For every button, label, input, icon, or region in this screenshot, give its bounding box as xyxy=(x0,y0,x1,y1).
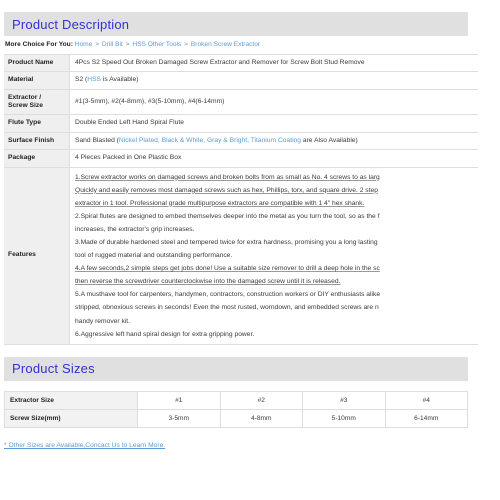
spec-value-product-name: 4Pcs S2 Speed Out Broken Damaged Screw E… xyxy=(69,53,478,73)
table-row: Extractor Size #1 #2 #3 #4 xyxy=(4,390,468,410)
spec-value-features: 1.Screw extractor works on damaged screw… xyxy=(69,166,478,345)
sizes-rowhead-extractor-size: Extractor Size xyxy=(4,390,138,410)
section-title-product-sizes: Product Sizes xyxy=(12,361,95,377)
sizes-cell: 6-14mm xyxy=(384,408,468,428)
material-suffix: is Available) xyxy=(101,76,139,84)
feature-line: extractor in 1 tool. Professional grade … xyxy=(75,199,365,207)
spec-key-product-name: Product Name xyxy=(4,53,70,73)
table-row: Screw Size(mm) 3-5mm 4-8mm 5-10mm 6-14mm xyxy=(4,408,468,428)
spec-key-extractor-screw-size: Extractor / Screw Size xyxy=(4,88,70,116)
spec-value-material: S2 (HSS is Available) xyxy=(69,71,478,90)
breadcrumb-separator: > xyxy=(125,41,130,48)
top-spacer xyxy=(0,0,500,12)
sizes-cell: #3 xyxy=(302,390,386,410)
breadcrumb-link-hss-other-tools[interactable]: HSS Other Tools xyxy=(132,41,181,48)
material-prefix: S2 ( xyxy=(75,76,88,84)
table-row: Extractor / Screw Size #1(3-5mm), #2(4-8… xyxy=(4,88,478,116)
sizes-cell: #1 xyxy=(137,390,221,410)
section-header-product-sizes: Product Sizes xyxy=(4,356,468,381)
table-row: Surface Finish Sand Blasted (Nickel Plat… xyxy=(4,131,478,151)
sizes-cell: #4 xyxy=(384,390,468,410)
surface-finish-options-link[interactable]: Nickel Plated, Black & White, Gray & Bri… xyxy=(119,137,301,144)
spec-key-material: Material xyxy=(4,71,70,90)
sizes-cell: 5-10mm xyxy=(302,408,386,428)
sizes-cell: #2 xyxy=(219,390,303,410)
surface-finish-suffix: are Also Available) xyxy=(301,136,358,144)
page-title: Product Description xyxy=(12,16,130,32)
spec-key-line-2: Screw Size xyxy=(8,102,43,110)
spec-value-surface-finish: Sand Blasted (Nickel Plated, Black & Whi… xyxy=(69,131,478,151)
breadcrumb-separator: > xyxy=(184,41,189,48)
feature-line: increases, the extractor's grip increase… xyxy=(75,225,195,233)
breadcrumb-link-broken-screw-extractor[interactable]: Broken Screw Extractor xyxy=(191,41,260,48)
feature-line: then reverse the screwdriver countercloc… xyxy=(75,278,341,286)
breadcrumb-label: More Choice For You: xyxy=(5,41,73,48)
breadcrumb-link-drill-bit[interactable]: Drill Bit xyxy=(102,41,123,48)
section-header-product-description: Product Description xyxy=(4,12,468,36)
specification-table: Product Name 4Pcs S2 Speed Out Broken Da… xyxy=(4,53,478,345)
feature-line: 5.A musthave tool for carpenters, handym… xyxy=(75,291,381,299)
breadcrumb: More Choice For You: Home > Drill Bit > … xyxy=(0,36,500,54)
table-row: Features 1.Screw extractor works on dama… xyxy=(4,166,478,345)
table-row: Flute Type Double Ended Left Hand Spiral… xyxy=(4,114,478,133)
sizes-spacer xyxy=(0,381,500,391)
material-link-hss[interactable]: HSS xyxy=(87,76,101,83)
spec-key-surface-finish: Surface Finish xyxy=(4,131,70,151)
sizes-rowhead-screw-size: Screw Size(mm) xyxy=(4,408,138,428)
feature-line: handy remover kit. xyxy=(75,317,131,325)
table-row: Package 4 Pieces Packed in One Plastic B… xyxy=(4,149,478,168)
sizes-cell: 4-8mm xyxy=(219,408,303,428)
table-row: Material S2 (HSS is Available) xyxy=(4,71,478,90)
footnote: * Other Sizes are Available,Concact Us t… xyxy=(4,442,500,449)
product-sizes-table: Extractor Size #1 #2 #3 #4 Screw Size(mm… xyxy=(4,390,468,428)
spec-value-package: 4 Pieces Packed in One Plastic Box xyxy=(69,149,478,168)
spec-key-line-1: Extractor / xyxy=(8,93,42,101)
feature-line: 4.A few seconds,2 simple steps get jobs … xyxy=(75,265,380,273)
other-sizes-contact-link[interactable]: * Other Sizes are Available,Concact Us t… xyxy=(4,442,165,449)
sizes-cell: 3-5mm xyxy=(137,408,221,428)
feature-line: 1.Screw extractor works on damaged screw… xyxy=(75,173,380,181)
spec-key-package: Package xyxy=(4,149,70,168)
product-detail-page: Product Description More Choice For You:… xyxy=(0,0,500,500)
feature-line: 6.Aggressive left hand spiral design for… xyxy=(75,330,255,338)
table-row: Product Name 4Pcs S2 Speed Out Broken Da… xyxy=(4,53,478,73)
feature-line: 2.Spiral flutes are designed to embed th… xyxy=(75,212,380,220)
spec-value-extractor-screw-size: #1(3-5mm), #2(4-8mm), #3(5-10mm), #4(6-1… xyxy=(69,88,478,116)
surface-finish-prefix: Sand Blasted ( xyxy=(75,136,119,144)
feature-line: stripped, obnoxious screws in seconds! E… xyxy=(75,304,379,312)
breadcrumb-separator: > xyxy=(95,41,100,48)
spec-key-flute-type: Flute Type xyxy=(4,114,70,133)
feature-line: Quickly and easily removes most damaged … xyxy=(75,186,378,194)
spec-value-flute-type: Double Ended Left Hand Spiral Flute xyxy=(69,114,478,133)
breadcrumb-link-home[interactable]: Home xyxy=(75,41,93,48)
spec-key-features: Features xyxy=(4,166,70,345)
feature-line: tool of rugged material and outstanding … xyxy=(75,252,233,260)
feature-line: 3.Made of durable hardened steel and tem… xyxy=(75,239,378,246)
